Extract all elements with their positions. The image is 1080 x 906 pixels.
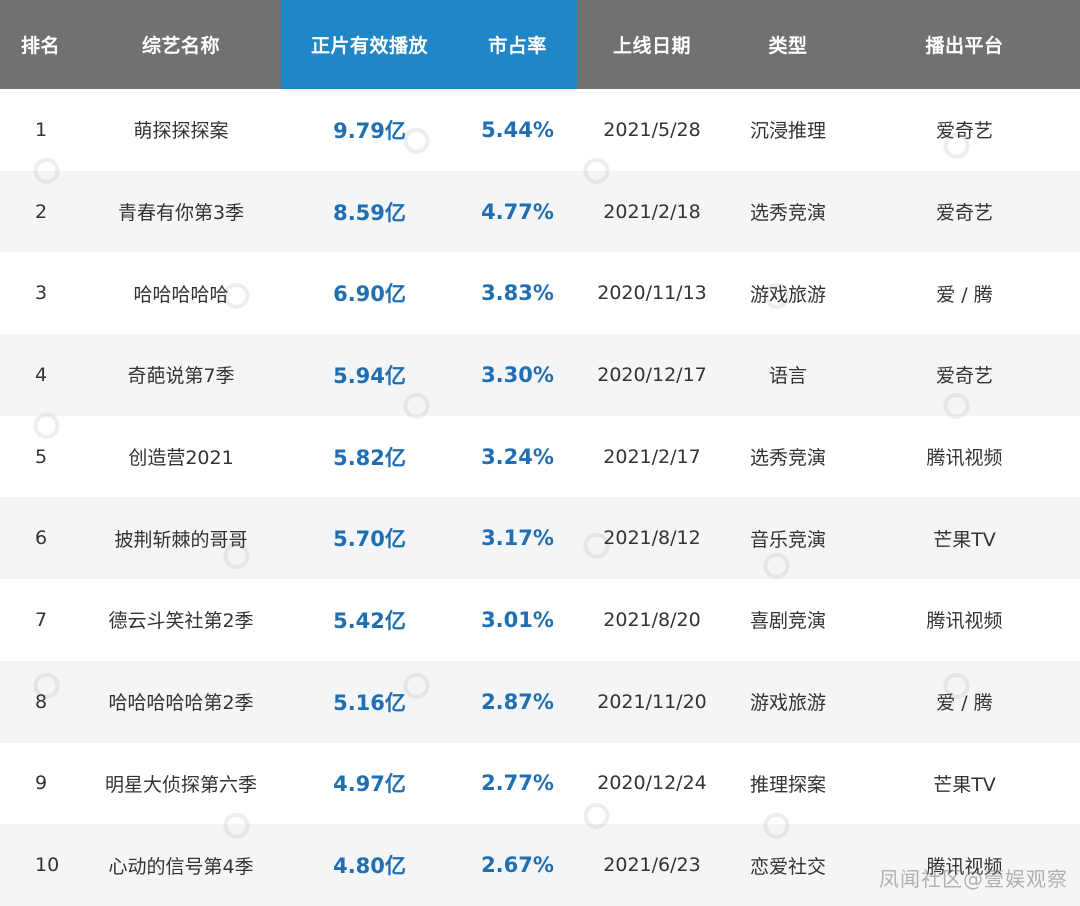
platform-cell: 爱 / 腾 [936, 692, 993, 715]
plays-cell: 5.82亿 [333, 445, 406, 470]
genre-cell: 沉浸推理 [749, 120, 826, 143]
source-watermark: 凤闻社区@壹娱观察 [879, 867, 1068, 891]
share-cell: 3.30% [481, 362, 554, 387]
date-cell: 2021/5/28 [603, 118, 701, 141]
table-row: 2 青春有你第3季 8.59亿 4.77% 2021/2/18 选秀竞演 爱奇艺 [0, 170, 1080, 253]
date-cell: 2020/12/24 [597, 772, 707, 795]
rank-cell: 6 [35, 527, 48, 550]
plays-cell: 4.97亿 [333, 772, 406, 797]
table-row: 5 创造营2021 5.82亿 3.24% 2021/2/17 选秀竞演 腾讯视… [0, 415, 1080, 498]
platform-cell: 爱奇艺 [935, 202, 993, 225]
platform-cell: 爱奇艺 [935, 120, 993, 143]
date-cell: 2021/8/12 [603, 527, 701, 550]
plays-cell: 6.90亿 [333, 282, 406, 307]
date-cell: 2021/11/20 [597, 690, 707, 713]
show-name-cell: 青春有你第3季 [117, 202, 245, 225]
plays-cell: 5.42亿 [333, 608, 406, 633]
plays-cell: 5.70亿 [333, 527, 406, 552]
genre-cell: 选秀竞演 [749, 202, 826, 225]
rank-cell: 2 [35, 200, 48, 223]
table-row: 8 哈哈哈哈哈第2季 5.16亿 2.87% 2021/11/20 游戏旅游 爱… [0, 660, 1080, 743]
date-cell: 2021/2/17 [603, 445, 701, 468]
table-row: 4 奇葩说第7季 5.94亿 3.30% 2020/12/17 语言 爱奇艺 [0, 334, 1080, 416]
header-valid-plays: 正片有效播放 [281, 0, 458, 89]
rank-cell: 5 [35, 445, 48, 468]
header-rank: 排名 [20, 35, 60, 57]
plays-cell: 4.80亿 [333, 854, 406, 879]
date-cell: 2021/6/23 [603, 854, 701, 877]
show-name-cell: 心动的信号第4季 [108, 855, 254, 878]
genre-cell: 喜剧竞演 [749, 610, 826, 633]
header-genre: 类型 [768, 35, 808, 57]
share-cell: 3.83% [481, 281, 554, 306]
table-row: 1 萌探探探案 9.79亿 5.44% 2021/5/28 沉浸推理 爱奇艺 [0, 89, 1080, 171]
platform-cell: 爱 / 腾 [936, 283, 993, 306]
genre-cell: 选秀竞演 [749, 447, 826, 470]
rank-cell: 1 [35, 118, 48, 141]
rank-cell: 9 [35, 772, 48, 795]
show-name-cell: 萌探探探案 [133, 120, 229, 143]
share-cell: 2.67% [481, 853, 554, 878]
share-cell: 2.77% [481, 771, 554, 796]
show-name-cell: 明星大侦探第六季 [104, 773, 257, 796]
show-name-cell: 创造营2021 [128, 447, 234, 470]
share-cell: 2.87% [481, 689, 554, 714]
platform-cell: 腾讯视频 [926, 447, 1003, 470]
rank-cell: 4 [35, 363, 48, 386]
genre-cell: 游戏旅游 [749, 283, 826, 306]
show-name-cell: 奇葩说第7季 [127, 365, 235, 388]
share-cell: 5.44% [481, 117, 554, 142]
genre-cell: 语言 [768, 365, 807, 388]
plays-cell: 5.16亿 [333, 690, 406, 715]
show-name-cell: 德云斗笑社第2季 [108, 610, 254, 633]
header-market-share: 市占率 [458, 0, 577, 89]
share-cell: 3.17% [481, 526, 554, 551]
date-cell: 2021/2/18 [603, 200, 701, 223]
share-cell: 3.01% [481, 607, 554, 632]
share-cell: 3.24% [481, 444, 554, 469]
rank-cell: 10 [35, 854, 60, 877]
rank-cell: 8 [35, 690, 48, 713]
table-body: 1 萌探探探案 9.79亿 5.44% 2021/5/28 沉浸推理 爱奇艺 2… [0, 89, 1080, 906]
platform-cell: 腾讯视频 [926, 610, 1003, 633]
header-launch-date: 上线日期 [612, 35, 691, 57]
table-row: 9 明星大侦探第六季 4.97亿 2.77% 2020/12/24 推理探案 芒… [0, 742, 1080, 825]
rank-cell: 3 [35, 282, 48, 305]
share-cell: 4.77% [481, 199, 554, 224]
table-row: 3 哈哈哈哈哈 6.90亿 3.83% 2020/11/13 游戏旅游 爱 / … [0, 252, 1080, 335]
genre-cell: 恋爱社交 [749, 855, 826, 878]
date-cell: 2021/8/20 [603, 608, 701, 631]
plays-cell: 8.59亿 [333, 200, 406, 225]
show-name-cell: 哈哈哈哈哈 [133, 283, 229, 306]
plays-cell: 9.79亿 [333, 118, 406, 143]
platform-cell: 爱奇艺 [935, 365, 993, 388]
header-platform: 播出平台 [925, 35, 1004, 57]
table-row: 7 德云斗笑社第2季 5.42亿 3.01% 2021/8/20 喜剧竞演 腾讯… [0, 579, 1080, 661]
show-name-cell: 披荆斩棘的哥哥 [114, 528, 248, 551]
plays-cell: 5.94亿 [333, 363, 406, 388]
table-row: 6 披荆斩棘的哥哥 5.70亿 3.17% 2021/8/12 音乐竞演 芒果T… [0, 497, 1080, 580]
header-show-name: 综艺名称 [141, 35, 220, 57]
platform-cell: 芒果TV [933, 528, 996, 551]
platform-cell: 芒果TV [933, 773, 996, 796]
table-header: 排名 综艺名称 正片有效播放 市占率 上线日期 类型 播出平台 [0, 0, 1080, 89]
date-cell: 2020/12/17 [597, 363, 707, 386]
genre-cell: 游戏旅游 [749, 692, 826, 715]
ranking-table: 排名 综艺名称 正片有效播放 市占率 上线日期 类型 播出平台 1 萌探探探案 … [0, 0, 1080, 906]
date-cell: 2020/11/13 [597, 282, 707, 305]
genre-cell: 音乐竞演 [749, 528, 826, 551]
rank-cell: 7 [35, 608, 48, 631]
show-name-cell: 哈哈哈哈哈第2季 [108, 692, 254, 715]
genre-cell: 推理探案 [749, 773, 826, 796]
